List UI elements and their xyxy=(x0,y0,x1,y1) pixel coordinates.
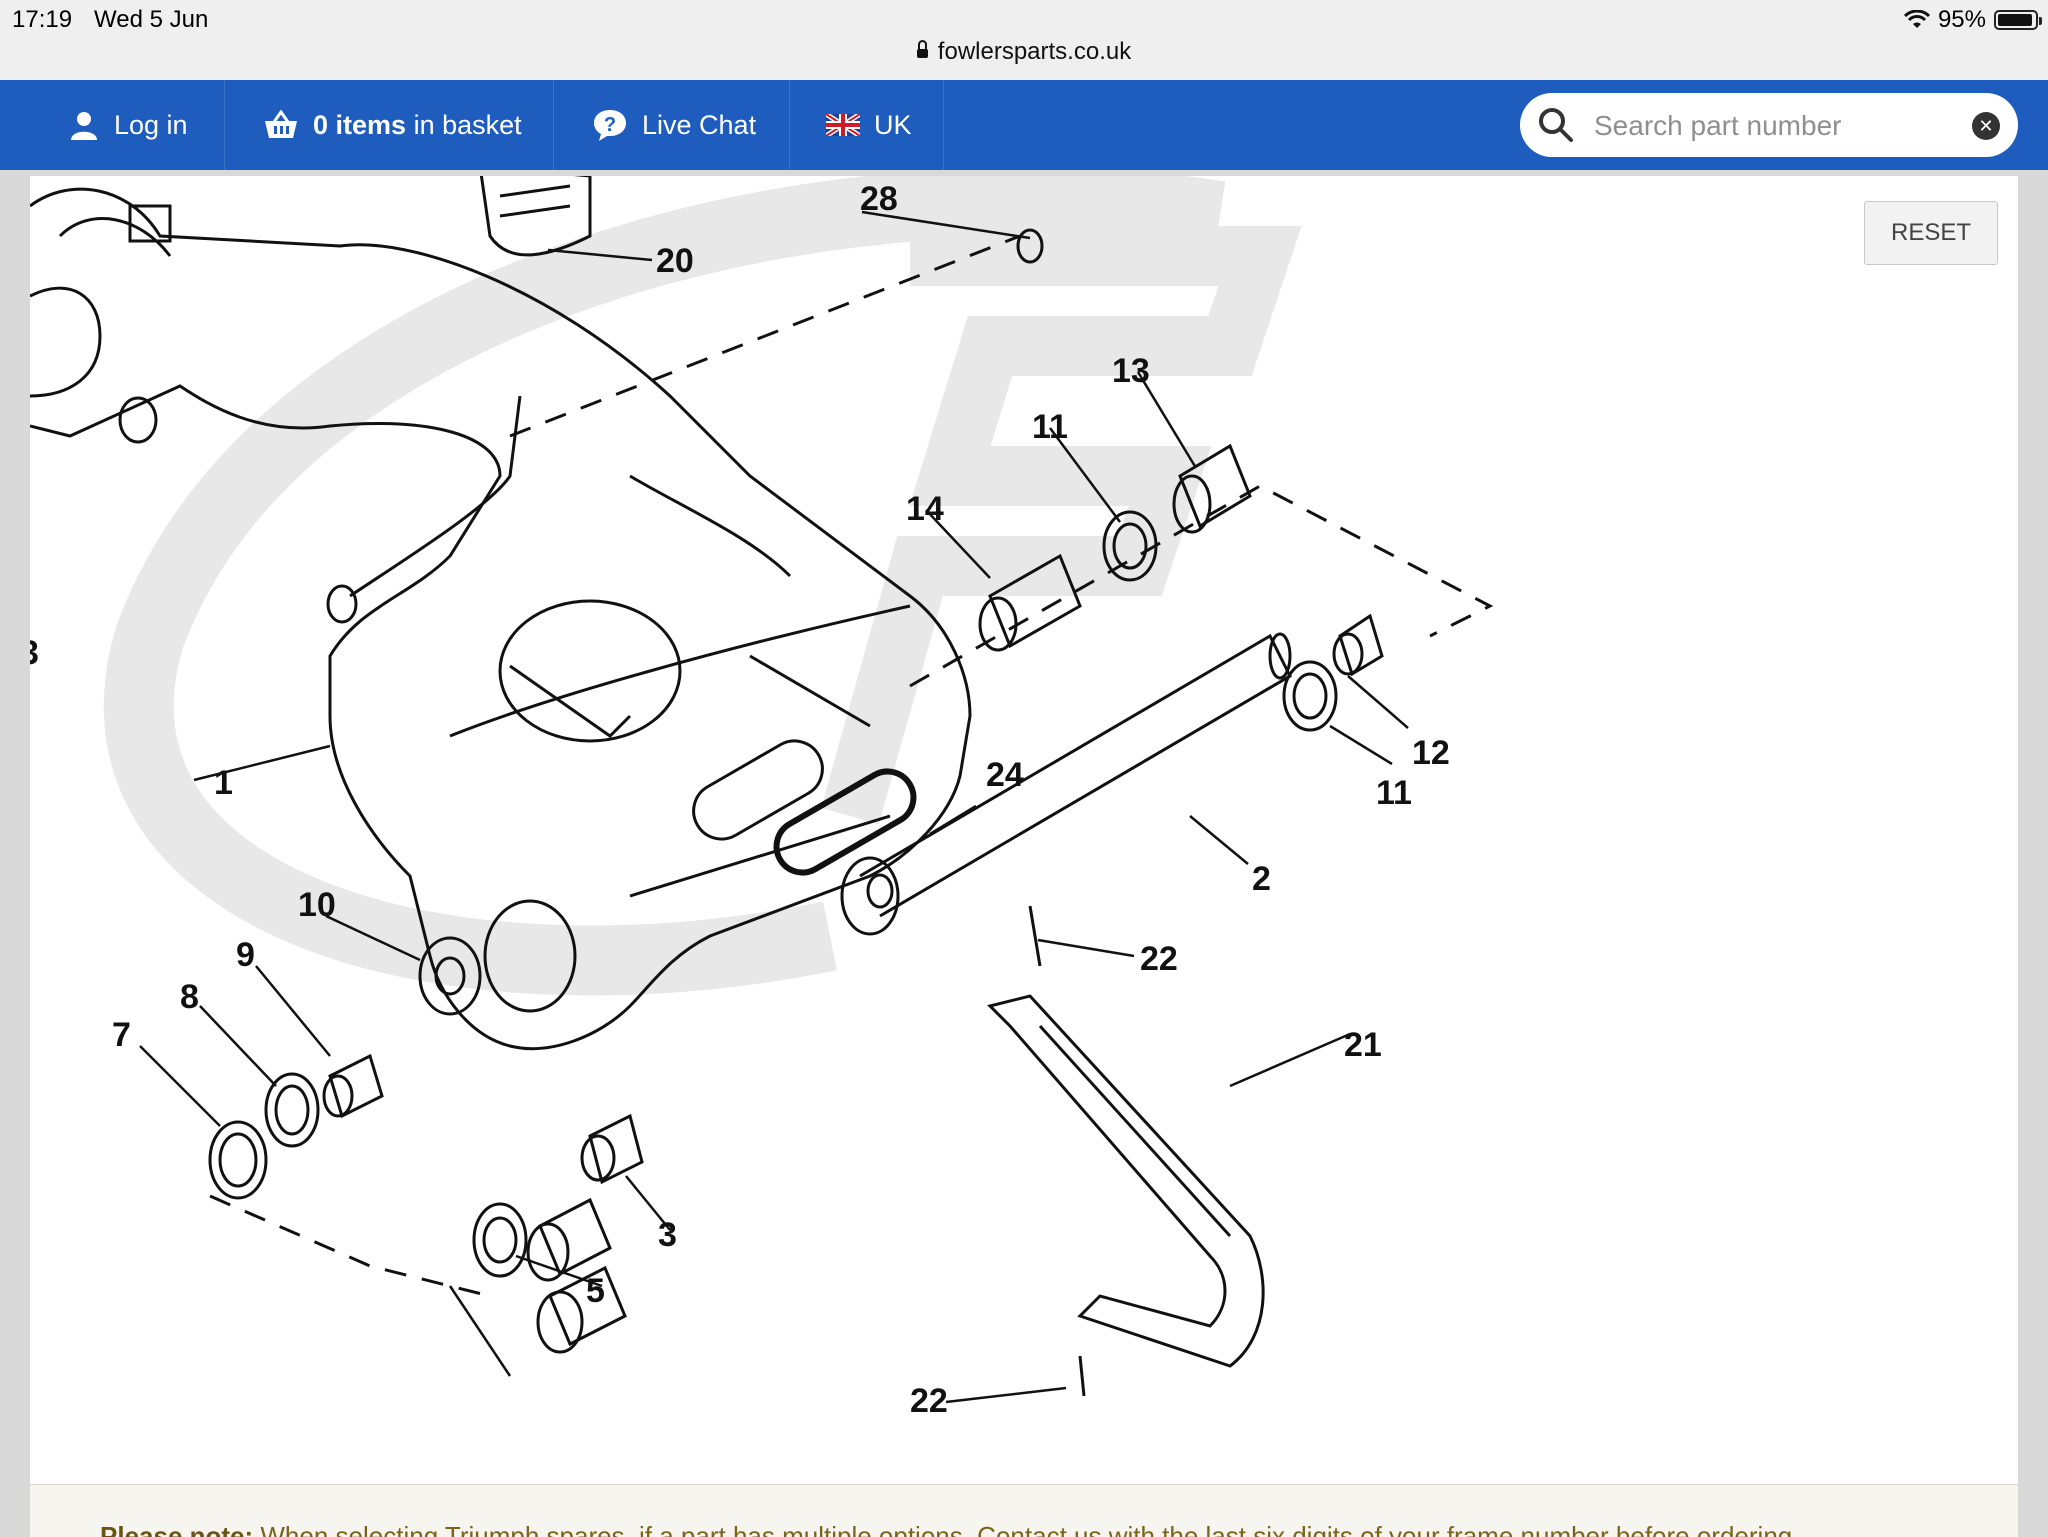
callout-5[interactable]: 5 xyxy=(586,1272,605,1310)
status-right: 95% xyxy=(1903,6,2042,34)
user-icon xyxy=(71,112,97,140)
callout-14[interactable]: 14 xyxy=(906,490,944,528)
note-bar: Please note: When selecting Triumph spar… xyxy=(30,1484,2018,1537)
login-label: Log in xyxy=(114,109,188,140)
search-box[interactable]: ✕ xyxy=(1520,93,2018,157)
exploded-parts-drawing: 28 20 13 11 14 3 12 11 1 24 2 22 10 9 8 … xyxy=(30,176,1494,1420)
live-chat-label: Live Chat xyxy=(642,109,757,140)
note-paragraph: Please note: When selecting Triumph spar… xyxy=(100,1521,1799,1537)
callout-22-upper[interactable]: 22 xyxy=(1140,940,1178,978)
callout-22-lower[interactable]: 22 xyxy=(910,1382,948,1420)
url-text: fowlersparts.co.uk xyxy=(937,38,1132,65)
chain-guard-strap-drawing xyxy=(987,905,1265,1397)
wifi-icon xyxy=(1903,10,1930,28)
lock-icon xyxy=(916,40,928,58)
clear-search-icon[interactable]: ✕ xyxy=(1972,112,2000,140)
callout-2[interactable]: 2 xyxy=(1252,860,1271,898)
callout-8[interactable]: 8 xyxy=(180,978,199,1016)
top-nav: Log in 0 items in basket ? Live Chat UK xyxy=(0,80,2048,170)
basket-link[interactable]: 0 items in basket xyxy=(225,80,554,170)
search-input[interactable] xyxy=(1592,103,1956,149)
live-chat-link[interactable]: ? Live Chat xyxy=(554,80,790,170)
status-bar: 17:19 Wed 5 Jun 95% fowlersparts.co.uk xyxy=(0,0,2048,80)
battery-icon xyxy=(1994,10,2042,30)
address-bar[interactable]: fowlersparts.co.uk xyxy=(0,38,2048,66)
callout-24[interactable]: 24 xyxy=(986,756,1024,794)
basket-suffix: in basket xyxy=(406,109,522,140)
callout-11-right[interactable]: 11 xyxy=(1376,774,1412,812)
uk-flag-icon xyxy=(826,114,860,136)
login-link[interactable]: Log in xyxy=(0,80,225,170)
chat-question-icon: ? xyxy=(594,110,626,141)
region-selector[interactable]: UK xyxy=(790,80,944,170)
callout-10[interactable]: 10 xyxy=(298,886,336,924)
callout-3-left[interactable]: 3 xyxy=(30,634,39,672)
callout-20[interactable]: 20 xyxy=(656,242,694,280)
search-icon xyxy=(1539,108,1573,142)
callout-1[interactable]: 1 xyxy=(214,764,233,802)
callout-9[interactable]: 9 xyxy=(236,936,255,974)
callout-28[interactable]: 28 xyxy=(860,180,898,218)
note-text: When selecting Triumph spares, if a part… xyxy=(253,1521,1800,1537)
note-label: Please note: xyxy=(100,1521,254,1537)
callout-21[interactable]: 21 xyxy=(1344,1026,1382,1064)
region-label: UK xyxy=(874,109,912,140)
basket-icon xyxy=(265,110,297,138)
callout-13[interactable]: 13 xyxy=(1112,352,1150,390)
reset-button[interactable]: RESET xyxy=(1864,201,1998,265)
parts-diagram[interactable]: 28 20 13 11 14 3 12 11 1 24 2 22 10 9 8 … xyxy=(30,176,2018,1484)
callout-12[interactable]: 12 xyxy=(1412,734,1450,772)
basket-count: 0 items xyxy=(313,109,407,140)
svg-text:?: ? xyxy=(604,114,616,136)
status-date: Wed 5 Jun xyxy=(94,6,209,33)
callout-7[interactable]: 7 xyxy=(112,1016,131,1054)
callout-11-upper[interactable]: 11 xyxy=(1032,408,1068,446)
status-time: 17:19 xyxy=(12,6,73,33)
callout-3-bottom[interactable]: 3 xyxy=(658,1216,677,1254)
battery-percent: 95% xyxy=(1937,6,1986,33)
